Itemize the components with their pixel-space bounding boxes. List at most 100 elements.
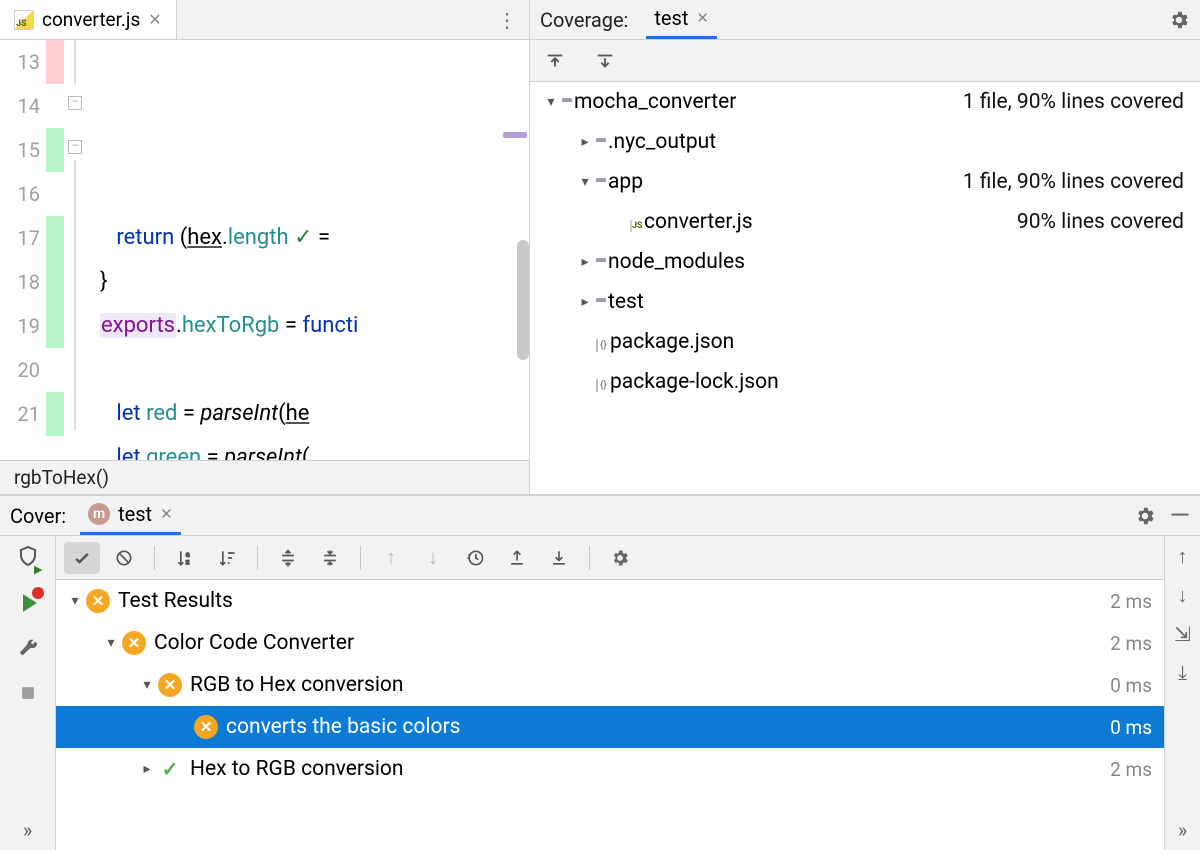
coverage-marker: [46, 84, 64, 128]
wrench-icon[interactable]: [17, 638, 39, 665]
warn-status-icon: ✕: [158, 673, 182, 697]
cover-header: Cover: m test ✕ —: [0, 496, 1200, 536]
close-icon[interactable]: ✕: [696, 9, 709, 27]
scroll-marker: [503, 132, 527, 138]
coverage-row[interactable]: ▾mocha_converter1 file, 90% lines covere…: [530, 82, 1200, 122]
warn-status-icon: ✕: [194, 715, 218, 739]
prev-icon[interactable]: ↑: [373, 542, 409, 574]
collapse-all-icon[interactable]: [312, 542, 348, 574]
test-row[interactable]: ▾✕ Color Code Converter 2 ms: [56, 622, 1164, 664]
expand-arrow-icon[interactable]: ▾: [574, 174, 596, 190]
more-icon[interactable]: »: [1178, 818, 1187, 842]
fold-handle[interactable]: –: [68, 96, 82, 110]
expand-arrow-icon[interactable]: ▸: [136, 761, 158, 777]
history-icon[interactable]: [457, 542, 493, 574]
line-number[interactable]: 18: [0, 260, 40, 304]
code-line[interactable]: }: [88, 260, 529, 304]
line-number[interactable]: 14: [0, 84, 40, 128]
export-icon[interactable]: [541, 542, 577, 574]
flatten-up-icon[interactable]: [544, 50, 566, 72]
coverage-tab[interactable]: test ✕: [646, 0, 717, 39]
line-number[interactable]: 20: [0, 348, 40, 392]
stop-icon[interactable]: [18, 683, 38, 708]
scrollbar-thumb[interactable]: [517, 240, 529, 360]
sort-duration-icon[interactable]: [209, 542, 245, 574]
coverage-row[interactable]: ▾app1 file, 90% lines covered: [530, 162, 1200, 202]
code-line[interactable]: return (hex.length ✓ =: [88, 216, 529, 260]
coverage-marker: [46, 392, 64, 436]
close-icon[interactable]: ✕: [160, 505, 173, 523]
minimize-icon[interactable]: —: [1170, 501, 1190, 531]
run-gutter: ▶ »: [0, 536, 56, 850]
test-row[interactable]: ▾✕RGB to Hex conversion0 ms: [56, 664, 1164, 706]
pass-status-icon: ✓: [158, 757, 182, 781]
editor-tab-converter[interactable]: converter.js ✕: [0, 0, 177, 39]
test-row[interactable]: ▸✓Hex to RGB conversion2 ms: [56, 748, 1164, 790]
coverage-title: Coverage:: [540, 8, 632, 32]
coverage-marker: [46, 216, 64, 260]
test-row[interactable]: ▾✕Test Results2 ms: [56, 580, 1164, 622]
code-line[interactable]: let green = parseInt(: [88, 436, 529, 460]
expand-arrow-icon[interactable]: ▾: [64, 593, 86, 609]
expand-arrow-icon[interactable]: ▾: [136, 677, 158, 693]
close-icon[interactable]: ✕: [148, 10, 161, 29]
breadcrumb[interactable]: rgbToHex(): [0, 460, 529, 494]
line-number[interactable]: 13: [0, 40, 40, 84]
editor-tabstrip: converter.js ✕ ⋮: [0, 0, 529, 40]
soft-wrap-icon[interactable]: ⇲: [1174, 622, 1191, 646]
import-icon[interactable]: [499, 542, 535, 574]
coverage-row[interactable]: converter.js90% lines covered: [530, 202, 1200, 242]
expand-all-icon[interactable]: [270, 542, 306, 574]
code-editor[interactable]: 131415161718192021 – – return (hex.lengt…: [0, 40, 529, 460]
coverage-row[interactable]: ▸.nyc_output: [530, 122, 1200, 162]
scroll-down-icon[interactable]: ↓: [1178, 583, 1188, 608]
test-row-time: 2 ms: [1110, 632, 1152, 655]
line-number[interactable]: 16: [0, 172, 40, 216]
show-passed-icon[interactable]: [64, 542, 100, 574]
line-number[interactable]: 17: [0, 216, 40, 260]
line-number[interactable]: 19: [0, 304, 40, 348]
test-row-label: Color Code Converter: [154, 631, 354, 655]
flatten-down-icon[interactable]: [594, 50, 616, 72]
coverage-row[interactable]: package.json: [530, 322, 1200, 362]
sort-alpha-icon[interactable]: az: [167, 542, 203, 574]
next-icon[interactable]: ↓: [415, 542, 451, 574]
scroll-up-icon[interactable]: ↑: [1178, 544, 1188, 569]
more-icon[interactable]: »: [23, 818, 32, 842]
fold-handle[interactable]: –: [68, 140, 82, 154]
json-file-icon: [596, 370, 598, 394]
warn-status-icon: ✕: [122, 631, 146, 655]
gear-icon[interactable]: [1168, 9, 1190, 31]
coverage-row[interactable]: ▸test: [530, 282, 1200, 322]
coverage-tree[interactable]: ▾mocha_converter1 file, 90% lines covere…: [530, 82, 1200, 494]
expand-arrow-icon[interactable]: ▾: [100, 635, 122, 651]
coverage-row[interactable]: package-lock.json: [530, 362, 1200, 402]
code-line[interactable]: exports.hexToRgb = functi: [88, 304, 529, 348]
coverage-row-name: app: [602, 170, 643, 194]
rerun-with-coverage-icon[interactable]: ▶: [16, 544, 40, 573]
rerun-failed-icon[interactable]: [16, 591, 40, 620]
expand-arrow-icon[interactable]: ▸: [574, 254, 596, 270]
coverage-row-name: node_modules: [602, 250, 745, 274]
code-line[interactable]: let red = parseInt(he: [88, 392, 529, 436]
coverage-marker: [46, 128, 64, 172]
test-row[interactable]: ✕converts the basic colors0 ms: [56, 706, 1164, 748]
cover-tab-label: test: [118, 502, 152, 526]
gear-icon[interactable]: [1134, 505, 1156, 527]
code-line[interactable]: [88, 348, 529, 392]
scroll-to-end-icon[interactable]: ⤓: [1178, 660, 1187, 684]
editor-pane: converter.js ✕ ⋮ 131415161718192021 – –: [0, 0, 530, 494]
test-results-tree[interactable]: ▾✕Test Results2 ms▾✕Color Code Converter…: [56, 580, 1164, 850]
coverage-row[interactable]: ▸ node_modules: [530, 242, 1200, 282]
cover-tab[interactable]: m test ✕: [80, 496, 181, 535]
coverage-row-stats: 90% lines covered: [1017, 210, 1184, 234]
editor-tab-menu[interactable]: ⋮: [485, 8, 529, 32]
line-number[interactable]: 15: [0, 128, 40, 172]
gear-icon[interactable]: [602, 542, 638, 574]
line-number[interactable]: 21: [0, 392, 40, 436]
expand-arrow-icon[interactable]: ▸: [574, 294, 596, 310]
warn-status-icon: ✕: [86, 589, 110, 613]
show-ignored-icon[interactable]: [106, 542, 142, 574]
expand-arrow-icon[interactable]: ▸: [574, 134, 596, 150]
expand-arrow-icon[interactable]: ▾: [540, 94, 562, 110]
